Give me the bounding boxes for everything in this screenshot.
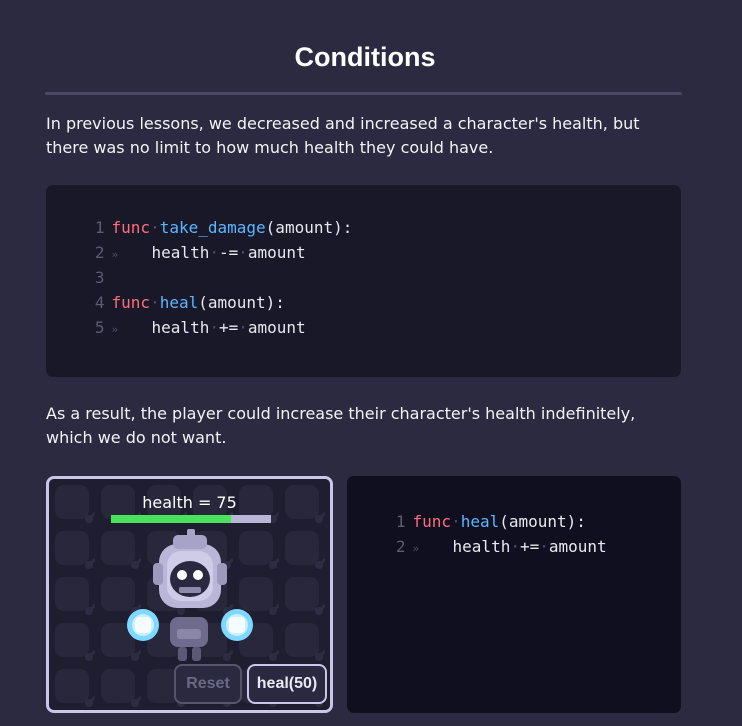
game-preview-panel: health = 75 Reset heal(50) <box>46 476 333 713</box>
code-line-1: 1 func·heal(amount): <box>395 512 586 531</box>
reset-button[interactable]: Reset <box>174 664 242 704</box>
code-line-4: 4 func·heal(amount): <box>94 293 285 312</box>
health-label: health = 75 <box>142 493 237 512</box>
paragraph-intro: In previous lessons, we decreased and in… <box>46 114 640 157</box>
health-bar <box>111 515 271 523</box>
code-line-2: 2» health·+=·amount <box>395 537 607 556</box>
robot-character <box>127 529 253 661</box>
health-bar-fill <box>111 515 231 523</box>
code-block-take-damage-heal[interactable]: 1 func·take_damage(amount): 2» health·-=·a… <box>46 185 681 377</box>
code-line-3: 3 <box>94 268 105 287</box>
paragraph-result: As a result, the player could increase t… <box>46 404 636 447</box>
code-line-2: 2» health·-=·amount <box>94 243 306 262</box>
page-title: Conditions <box>294 42 436 72</box>
heal-button[interactable]: heal(50) <box>247 664 327 704</box>
code-line-1: 1 func·take_damage(amount): <box>94 218 353 237</box>
title-divider <box>45 92 682 95</box>
code-block-heal[interactable]: 1 func·heal(amount): 2» health·+=·amount <box>347 476 681 713</box>
code-line-5: 5» health·+=·amount <box>94 318 306 337</box>
